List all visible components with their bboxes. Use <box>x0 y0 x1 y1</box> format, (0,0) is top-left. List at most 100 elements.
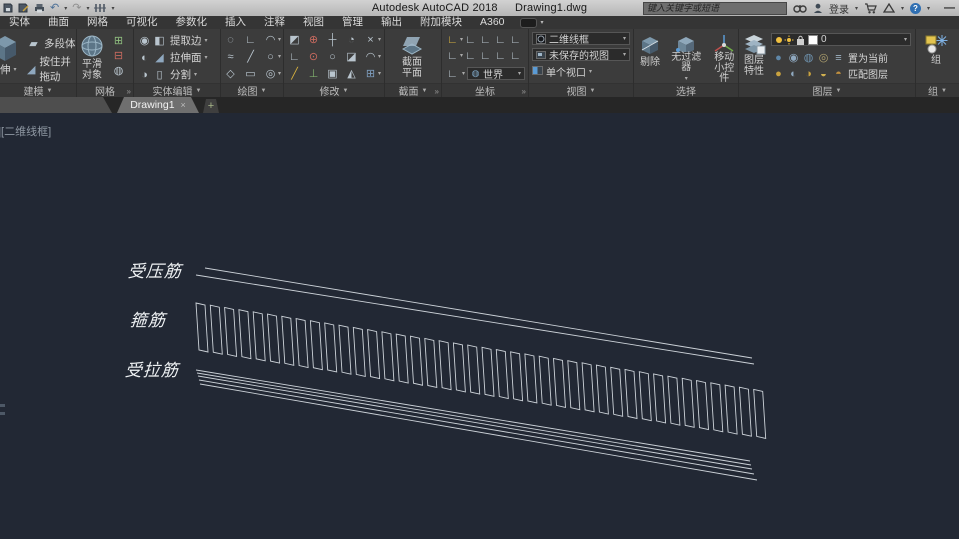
panel-label-group[interactable]: 组▼ <box>916 83 959 97</box>
dropdown-caret-icon[interactable]: ▾ <box>378 36 381 43</box>
minimize-button[interactable]: — <box>944 2 955 14</box>
layer-dropdown[interactable]: 0 ▾ <box>771 33 911 46</box>
stirrup-polygon[interactable] <box>296 319 308 368</box>
ribbon-minimize-caret-icon[interactable]: ▾ <box>541 19 544 26</box>
stirrup-polygon[interactable] <box>425 338 437 387</box>
ribbon-tab-9[interactable]: 输出 <box>372 16 411 29</box>
stirrup-polygon[interactable] <box>554 358 566 407</box>
ribbon-tab-2[interactable]: 网格 <box>78 16 117 29</box>
stirrup-polygon[interactable] <box>468 345 480 394</box>
cart-icon[interactable] <box>864 3 877 14</box>
stirrup-polygon[interactable] <box>582 363 594 412</box>
dropdown-caret-icon[interactable]: ▾ <box>205 37 208 44</box>
stirrup-polygon[interactable] <box>739 387 751 436</box>
set-current-button[interactable]: 置为当前 <box>848 50 888 65</box>
a360-drive-icon[interactable] <box>883 3 895 13</box>
stirrup-polygon[interactable] <box>525 354 537 403</box>
ucs-world-dropdown[interactable]: ◍ 世界 ▾ <box>467 67 525 80</box>
face-edit-icon[interactable]: ◧ <box>152 33 167 48</box>
stirrup-polygon[interactable] <box>382 332 394 381</box>
panel-expander-icon[interactable]: » <box>127 87 131 96</box>
stirrup-polygon[interactable] <box>210 305 222 354</box>
ribbon-tab-5[interactable]: 插入 <box>216 16 255 29</box>
panel-expander-icon[interactable]: » <box>435 87 439 96</box>
ucs-view-icon[interactable]: ∟ <box>493 32 508 47</box>
stirrup-polygon[interactable] <box>668 376 680 425</box>
ucs-list-icon[interactable]: ∟ <box>445 66 460 81</box>
stirrup-polygon[interactable] <box>496 350 508 399</box>
ellipse-icon[interactable]: ◎ <box>263 66 278 81</box>
dropdown-caret-icon[interactable]: ▾ <box>278 36 281 43</box>
culling-button[interactable]: 剔除 <box>638 33 662 84</box>
stirrup-polygon[interactable] <box>654 374 666 423</box>
layer-states-icon[interactable]: ≡ <box>831 50 846 65</box>
ucs-origin-icon[interactable]: ∟ <box>463 48 478 63</box>
ucs-y-icon[interactable]: ∟ <box>493 48 508 63</box>
stirrup-polygon[interactable] <box>339 325 351 374</box>
layer-thaw-icon[interactable]: ◐ <box>786 66 801 81</box>
revision-cloud-icon[interactable]: ◌ <box>223 32 238 47</box>
arc-icon[interactable]: ◠ <box>263 32 278 47</box>
offset-icon[interactable]: ○ <box>325 49 340 64</box>
stirrup-polygon[interactable] <box>225 307 237 356</box>
subtract-icon[interactable]: ◐ <box>137 50 152 65</box>
stirrup-polygon[interactable] <box>453 343 465 392</box>
polyline-icon[interactable]: ∟ <box>243 32 258 47</box>
gizmo-button[interactable]: 移动 小控件 <box>711 33 738 84</box>
plot-icon[interactable] <box>34 3 45 13</box>
line-icon[interactable]: ╱ <box>243 49 258 64</box>
undo-caret-icon[interactable]: ▾ <box>64 5 67 12</box>
match-layer-button[interactable]: 匹配图层 <box>848 66 888 81</box>
dropdown-caret-icon[interactable]: ▾ <box>378 53 381 60</box>
compression-bar-line[interactable] <box>196 275 754 364</box>
stirrup-polygon[interactable] <box>310 321 322 370</box>
ucs-3point-icon[interactable]: ∟ <box>508 48 523 63</box>
ribbon-tab-8[interactable]: 管理 <box>333 16 372 29</box>
stirrup-polygon[interactable] <box>196 303 208 352</box>
layer-properties-button[interactable]: 图层 特性 <box>742 33 766 77</box>
layer-unlock-icon[interactable]: ◑ <box>801 66 816 81</box>
tab-close-icon[interactable]: × <box>181 100 186 110</box>
dropdown-caret-icon[interactable]: ▾ <box>378 70 381 77</box>
extract-edges-button[interactable]: 提取边 <box>170 33 202 48</box>
rectangle-icon[interactable]: ▭ <box>243 66 258 81</box>
dropdown-caret-icon[interactable]: ▾ <box>205 54 208 61</box>
separate-button[interactable]: 分割 <box>170 67 191 82</box>
stretch-icon[interactable]: ◭ <box>344 66 359 81</box>
extrude-faces-button[interactable]: 拉伸面 <box>170 50 202 65</box>
panel-label-section[interactable]: 截面▼ <box>385 83 441 97</box>
stirrup-polygon[interactable] <box>268 314 280 363</box>
ribbon-tab-10[interactable]: 附加模块 <box>411 16 471 29</box>
stirrup-polygon[interactable] <box>511 352 523 401</box>
help-search-input[interactable]: 键入关键字或短语 <box>643 2 787 15</box>
sign-in-button[interactable]: 登录 <box>829 1 849 16</box>
dropdown-caret-icon[interactable]: ▾ <box>462 70 465 77</box>
panel-label-selection[interactable]: 选择 <box>634 83 738 97</box>
filter-button[interactable]: 无过滤器 ▾ <box>668 33 705 84</box>
explode-icon[interactable]: ◩ <box>287 32 302 47</box>
stirrup-polygon[interactable] <box>353 327 365 376</box>
panel-label-modeling[interactable]: 建模▼ <box>0 83 76 97</box>
panel-label-mesh[interactable]: 网格 <box>77 83 133 97</box>
qat-customize-icon[interactable]: ▾ <box>111 5 114 12</box>
stirrup-polygon[interactable] <box>568 361 580 410</box>
ribbon-tab-7[interactable]: 视图 <box>294 16 333 29</box>
mesh-refine-icon[interactable]: ⊞ <box>111 33 126 48</box>
tension-bar-line[interactable] <box>200 384 757 480</box>
fillet-icon[interactable]: ∟ <box>287 49 302 64</box>
target-icon[interactable]: ⊙ <box>306 49 321 64</box>
rotate-icon[interactable]: ⊕ <box>306 32 321 47</box>
workspace-icon[interactable] <box>94 3 106 13</box>
help-caret-icon[interactable]: ▾ <box>927 5 930 12</box>
featured-apps-icon[interactable] <box>520 18 537 28</box>
layer-isolate-icon[interactable]: ◉ <box>786 50 801 65</box>
new-tab-button[interactable]: + <box>203 99 219 113</box>
cad-label-stirrup[interactable]: 箍筋 <box>129 306 167 331</box>
array-icon[interactable]: ⊞ <box>363 66 378 81</box>
inactive-file-tab[interactable] <box>0 97 112 113</box>
layer-current-icon[interactable]: ◒ <box>816 66 831 81</box>
stirrup-polygon[interactable] <box>625 369 637 418</box>
stirrup-polygon[interactable] <box>754 389 766 438</box>
named-view-dropdown[interactable]: 未保存的视图 ▾ <box>532 48 630 61</box>
mirror-icon[interactable]: ◪ <box>344 49 359 64</box>
